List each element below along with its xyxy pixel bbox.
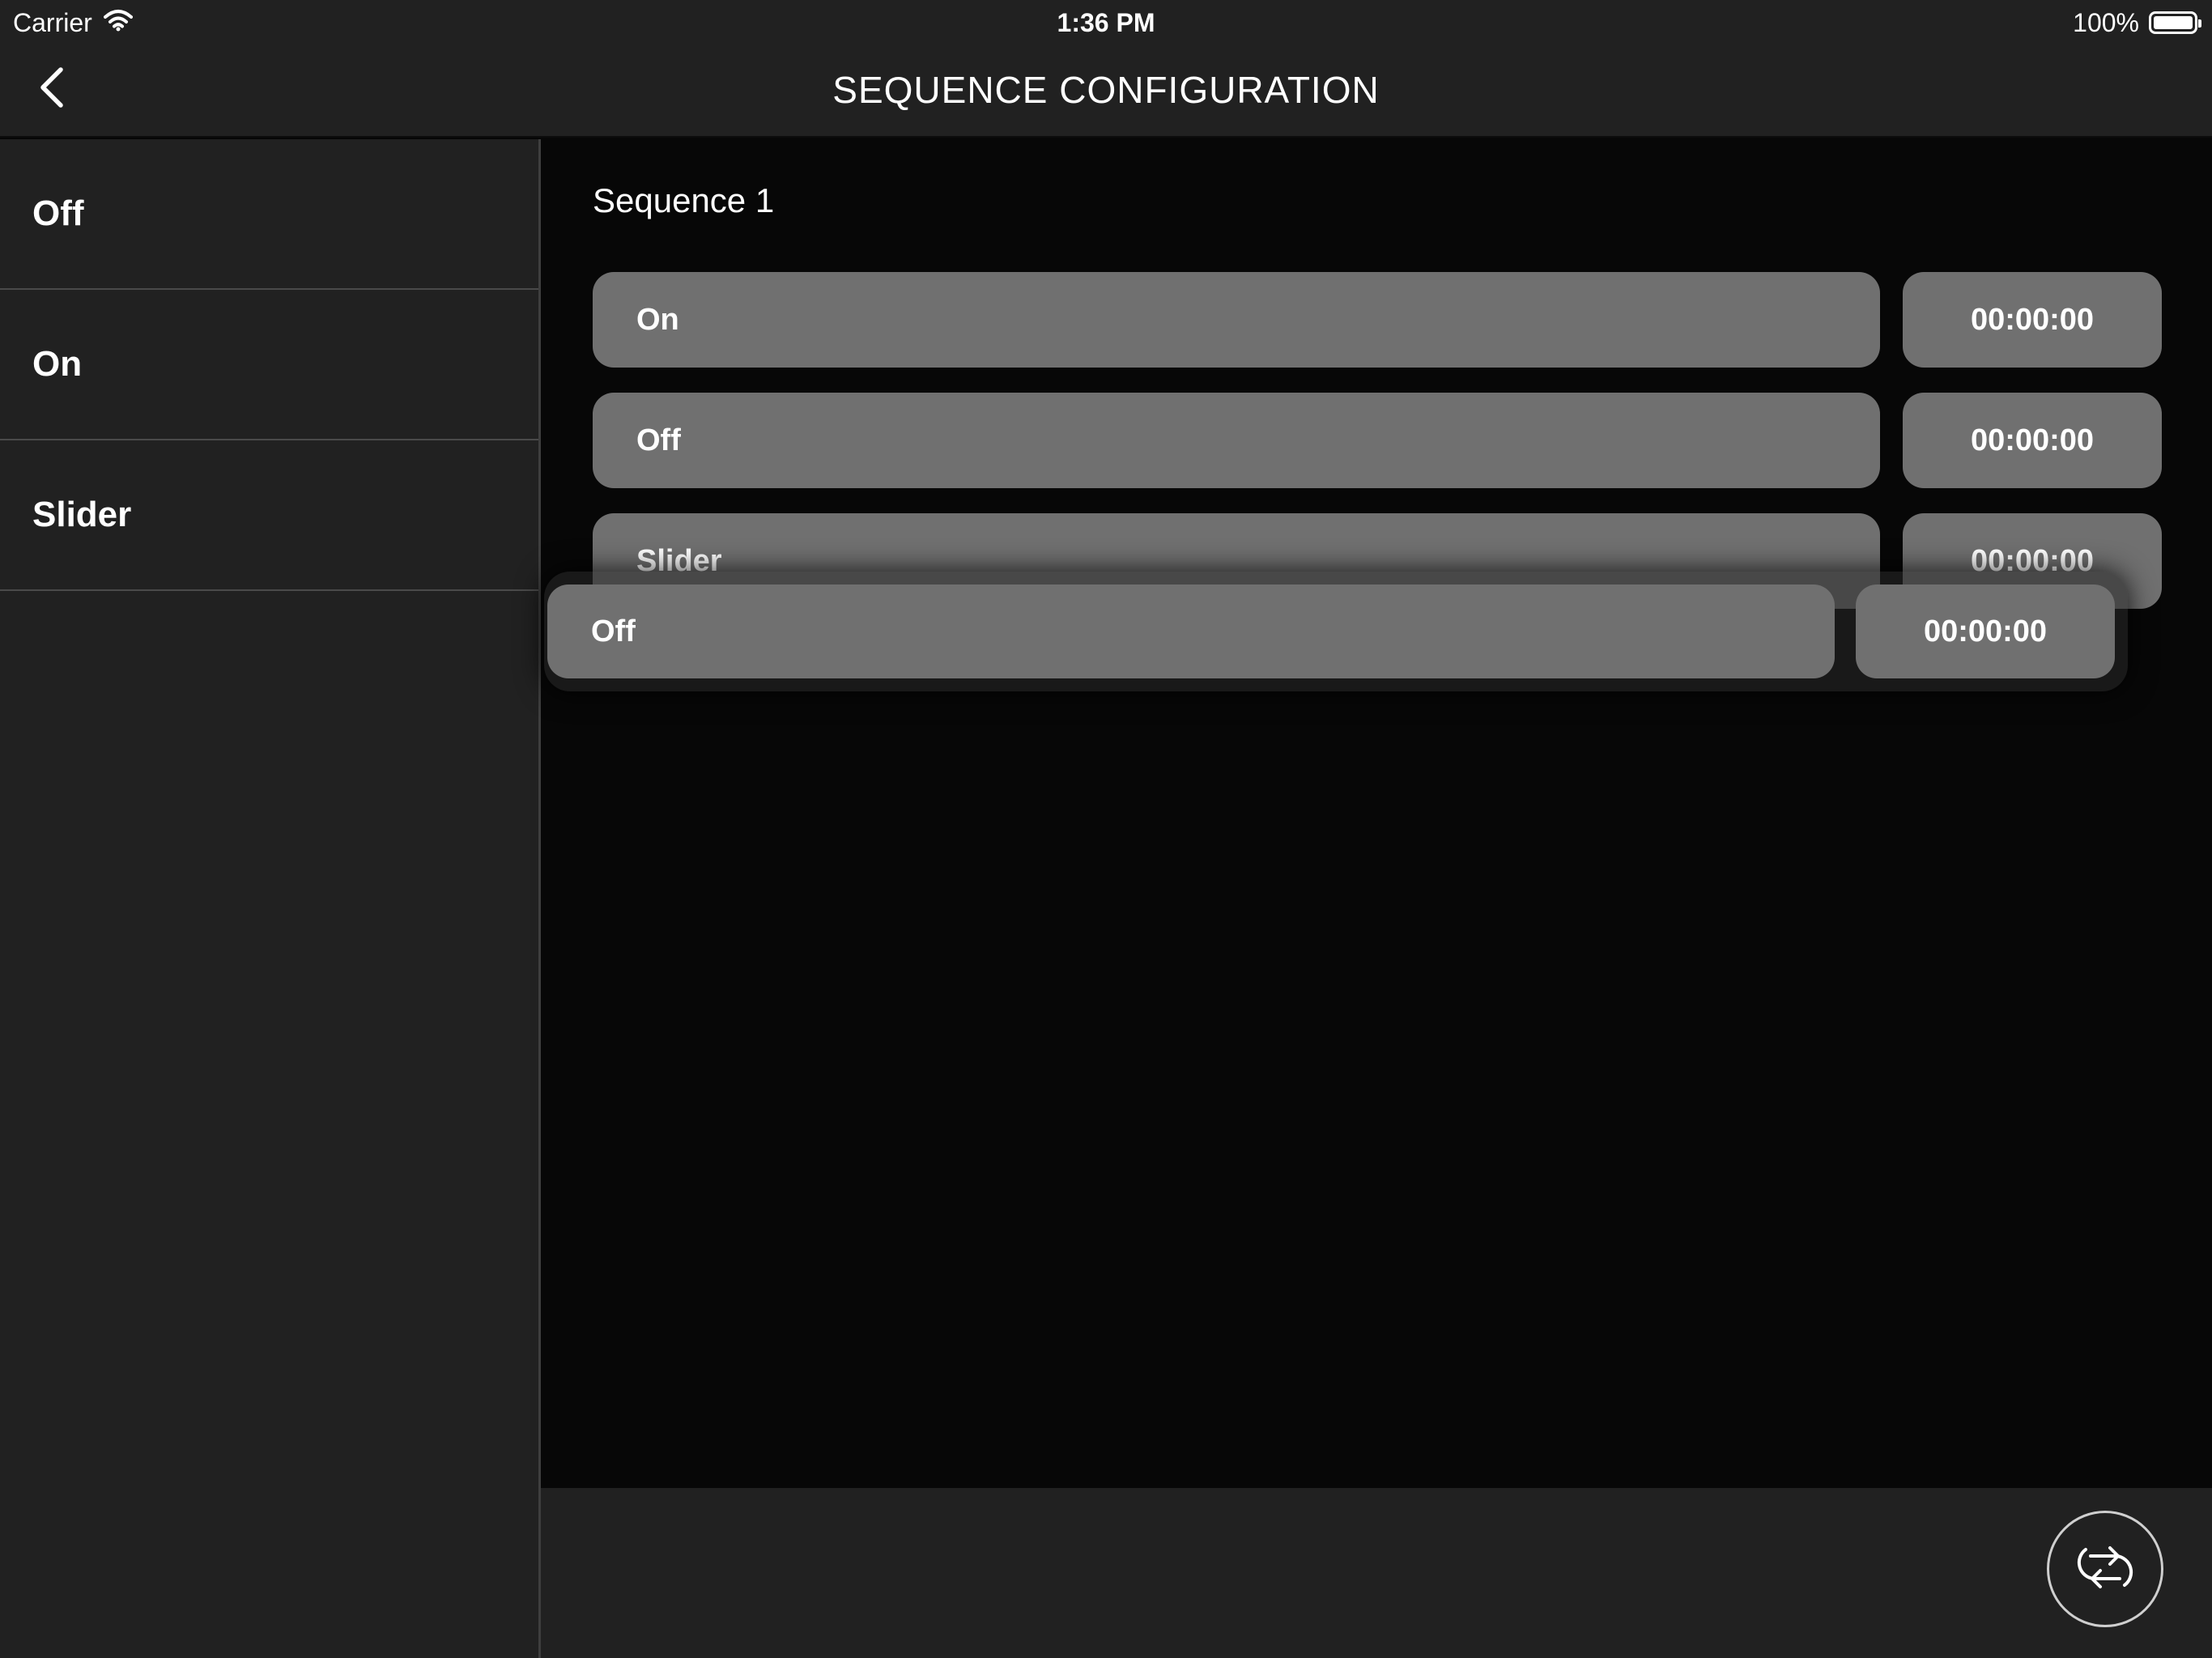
sequence-editor: Sequence 1 On 00:00:00 Off 00:00:00 Slid… <box>541 139 2212 1488</box>
sidebar-item-on[interactable]: On <box>0 290 538 440</box>
step-time-button[interactable]: 00:00:00 <box>1903 393 2162 488</box>
status-right: 100% <box>2073 6 2201 39</box>
bottom-toolbar <box>541 1488 2212 1658</box>
battery-icon <box>2149 11 2201 34</box>
step-time-button[interactable]: 00:00:00 <box>1903 272 2162 368</box>
dragged-step-row[interactable]: Off 00:00:00 <box>547 585 2116 678</box>
sequence-step-row: Off 00:00:00 <box>593 393 2175 488</box>
sidebar-item-label: Off <box>32 193 84 233</box>
sidebar-item-off[interactable]: Off <box>0 139 538 290</box>
sequence-step-row: On 00:00:00 <box>593 272 2175 368</box>
navigation-bar: SEQUENCE CONFIGURATION <box>0 44 2212 138</box>
action-list-sidebar: Off On Slider <box>0 139 541 1658</box>
sequence-name: Sequence 1 <box>593 181 775 219</box>
loop-icon <box>2066 1538 2144 1601</box>
battery-percent: 100% <box>2073 7 2139 37</box>
status-time: 1:36 PM <box>1057 8 1155 37</box>
dragged-step-time[interactable]: 00:00:00 <box>1856 585 2115 678</box>
loop-button[interactable] <box>2047 1511 2163 1627</box>
sidebar-item-label: Slider <box>32 495 132 534</box>
status-bar: Carrier 1:36 PM 100% <box>0 0 2212 44</box>
sequence-configuration-screen: Carrier 1:36 PM 100% SEQUENCE CONFIGURAT… <box>0 0 2212 1658</box>
dragged-step-action[interactable]: Off <box>547 585 1835 678</box>
sidebar-item-label: On <box>32 344 83 384</box>
step-action-button[interactable]: On <box>593 272 1880 368</box>
page-title: SEQUENCE CONFIGURATION <box>832 69 1380 111</box>
step-action-button[interactable]: Off <box>593 393 1880 488</box>
sidebar-item-slider[interactable]: Slider <box>0 440 538 591</box>
